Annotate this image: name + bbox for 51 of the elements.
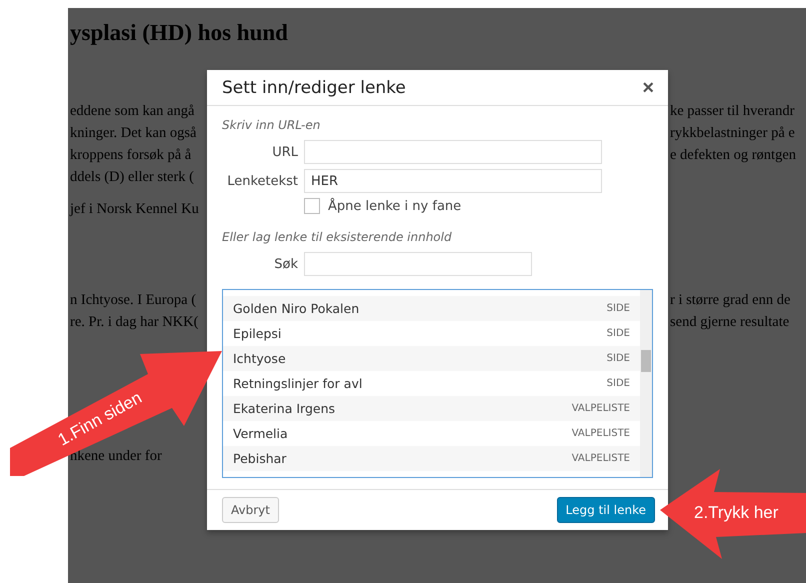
result-title: Vermelia [233,426,288,441]
article-text: re. Pr. i dag har NKK( [70,313,200,332]
link-text-field[interactable]: HER [304,169,602,193]
result-title: Retningslinjer for avl [233,376,362,391]
article-text: jef i Norsk Kennel Ku [70,200,200,219]
result-item[interactable]: Ichtyose SIDE [223,346,640,371]
result-type: VALPELISTE [572,453,630,464]
result-item[interactable]: Pebishar VALPELISTE [223,446,640,471]
result-type: VALPELISTE [572,428,630,439]
result-title: Epilepsi [233,326,282,341]
article-text: nkene under for [70,447,163,466]
article-text: kroppens forsøk på å [70,146,192,165]
section-label: Skriv inn URL-en [222,118,322,132]
article-text: rykkbelastninger på e [670,124,796,143]
article-text: eddene som kan angå [70,102,196,121]
field-label: URL [271,144,298,160]
article-text: send gjerne resultate [670,313,790,332]
search-field[interactable] [304,252,532,276]
add-link-button[interactable]: Legg til lenke [556,497,655,523]
result-item[interactable]: Epilepsi SIDE [223,321,640,346]
callout-label: 2.Trykk her [694,503,778,522]
article-heading: ysplasi (HD) hos hund [70,20,288,46]
result-type: SIDE [606,303,630,314]
article-text: ke passer til hverandr [670,102,796,121]
scrollbar[interactable] [640,290,652,477]
article-text: kninger. Det kan også [70,124,198,143]
result-item[interactable]: Golden Niro Pokalen SIDE [223,296,640,321]
url-field[interactable] [304,140,602,164]
section-label: Eller lag lenke til eksisterende innhold [222,230,453,244]
result-item[interactable]: Vermelia VALPELISTE [223,421,640,446]
field-label: Lenketekst [226,174,298,188]
result-type: SIDE [606,378,630,389]
checkbox[interactable] [304,198,320,214]
dialog-title: Sett inn/rediger lenke [222,78,406,98]
result-item[interactable]: Ekaterina Irgens VALPELISTE [223,396,640,421]
result-type: SIDE [606,353,630,364]
close-button[interactable]: × [640,78,656,98]
result-title: Ichtyose [233,351,286,366]
article-text: r i større grad enn de [670,291,792,310]
field-label: Søk [273,256,298,272]
result-type: VALPELISTE [572,403,630,414]
result-type: SIDE [606,328,630,339]
cancel-button[interactable]: Avbryt [222,497,279,523]
checkbox-label: Åpne lenke i ny fane [328,198,462,214]
result-item[interactable]: Retningslinjer for avl SIDE [223,371,640,396]
article-text: ddels (D) eller sterk ( [70,168,196,187]
result-title: Pebishar [233,451,286,466]
article-text: n Ichtyose. I Europa ( [70,291,198,310]
article-text: e defekten og røntgen [670,146,798,165]
result-title: Golden Niro Pokalen [233,301,360,316]
result-title: Ekaterina Irgens [233,401,336,416]
